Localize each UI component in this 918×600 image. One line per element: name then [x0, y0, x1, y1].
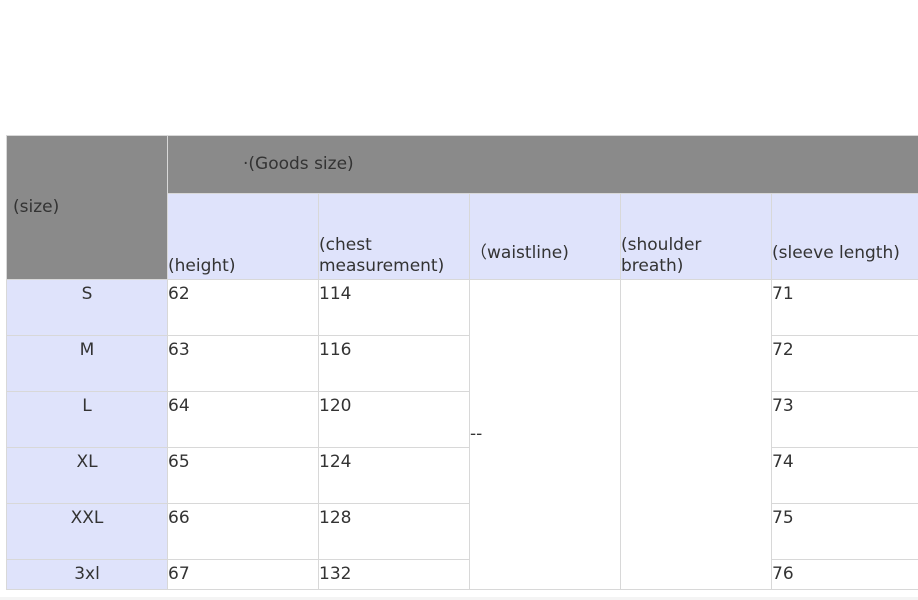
waistline-cell: -- [469, 279, 621, 590]
sleeve-cell: 74 [770, 447, 918, 504]
size-chart-table: (size) ·(Goods size) (height) (chest mea… [6, 135, 918, 590]
size-cell: L [6, 391, 168, 448]
chest-cell: 116 [318, 335, 470, 392]
height-cell: 66 [167, 503, 319, 560]
column-header-waistline: （waistline) [469, 193, 621, 280]
size-cell: 3xl [6, 559, 168, 590]
group-header-row: (size) ·(Goods size) [6, 135, 918, 280]
chest-cell: 128 [318, 503, 470, 560]
column-header-shoulder: (shoulder breath) [620, 193, 772, 280]
table-row: L 64 120 73 [6, 391, 918, 448]
chest-cell: 124 [318, 447, 470, 504]
table-row: M 63 116 72 [6, 335, 918, 392]
table-row: XL 65 124 74 [6, 447, 918, 504]
table-row: XXL 66 128 75 [6, 503, 918, 560]
height-cell: 64 [167, 391, 319, 448]
size-cell: M [6, 335, 168, 392]
height-cell: 65 [167, 447, 319, 504]
sleeve-cell: 76 [770, 559, 918, 590]
shoulder-cell [620, 279, 772, 590]
column-header-height: (height) [167, 193, 319, 280]
column-header-sleeve: (sleeve length) [770, 193, 918, 280]
column-header-chest: (chest measurement) [318, 193, 470, 280]
chest-cell: 120 [318, 391, 470, 448]
height-cell: 63 [167, 335, 319, 392]
height-cell: 62 [167, 279, 319, 336]
size-corner-header: (size) [6, 135, 168, 280]
goods-size-header: ·(Goods size) [166, 135, 918, 194]
table-row: S 62 114 -- 71 [6, 279, 918, 590]
height-cell: 67 [167, 559, 319, 590]
sleeve-cell: 71 [770, 279, 918, 336]
table-row: 3xl 67 132 76 [6, 559, 918, 590]
size-cell: XXL [6, 503, 168, 560]
sleeve-cell: 72 [770, 335, 918, 392]
chest-cell: 132 [318, 559, 470, 590]
size-cell: XL [6, 447, 168, 504]
sleeve-cell: 75 [770, 503, 918, 560]
size-cell: S [6, 279, 168, 336]
sleeve-cell: 73 [770, 391, 918, 448]
chest-cell: 114 [318, 279, 470, 336]
